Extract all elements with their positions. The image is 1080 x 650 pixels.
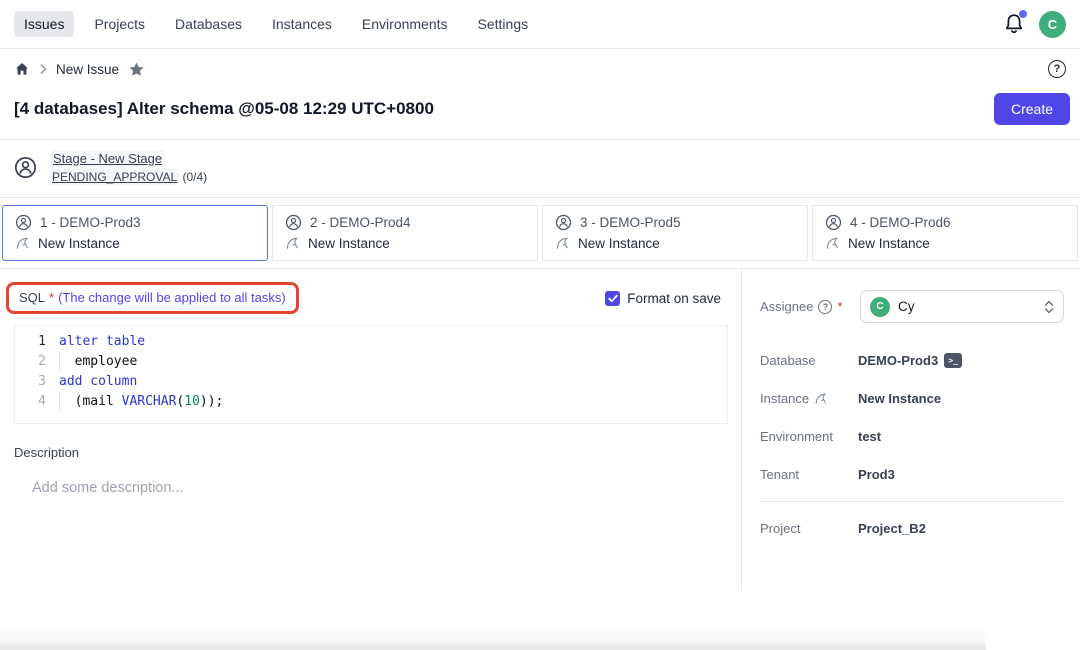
field-instance: Instance New Instance (760, 391, 1064, 406)
sql-note: (The change will be applied to all tasks… (58, 290, 286, 305)
tenant-value: Prod3 (858, 467, 895, 482)
task-name: 1 - DEMO-Prod3 (40, 215, 141, 230)
task-instance: New Instance (848, 236, 930, 251)
editor-line: 4 (mail VARCHAR(10)); (15, 392, 727, 412)
editor-line: 3 add column (15, 372, 727, 392)
bottom-sheet-edge (0, 637, 986, 650)
notification-bell-icon[interactable] (1003, 12, 1025, 36)
project-value: Project_B2 (858, 521, 926, 536)
description-input[interactable]: Add some description... (32, 480, 727, 496)
editor-line: 1 alter table (15, 332, 727, 352)
user-avatar[interactable]: C (1039, 11, 1066, 38)
pending-approval-icon (15, 214, 32, 231)
assignee-select[interactable]: C Cy (860, 290, 1064, 323)
mysql-engine-icon (285, 236, 300, 251)
breadcrumb: New Issue ? (0, 49, 1080, 89)
required-asterisk: * (49, 290, 54, 305)
environment-value: test (858, 429, 881, 444)
mysql-engine-icon (555, 236, 570, 251)
create-button[interactable]: Create (994, 93, 1070, 125)
nav-item-settings[interactable]: Settings (468, 11, 539, 37)
nav-item-instances[interactable]: Instances (262, 11, 342, 37)
mysql-engine-icon (15, 236, 30, 251)
task-name: 3 - DEMO-Prod5 (580, 215, 681, 230)
page-title: [4 databases] Alter schema @05-08 12:29 … (14, 93, 434, 119)
task-instance: New Instance (308, 236, 390, 251)
line-number: 1 (15, 332, 59, 352)
nav-item-environments[interactable]: Environments (352, 11, 458, 37)
stage-status-link[interactable]: PENDING_APPROVAL (50, 169, 179, 185)
pending-approval-icon (555, 214, 572, 231)
stage-name-link[interactable]: Stage - New Stage (50, 150, 165, 167)
line-number: 4 (15, 392, 59, 412)
line-number: 3 (15, 372, 59, 392)
pending-approval-icon (285, 214, 302, 231)
chevron-right-icon (39, 63, 47, 75)
assignee-label: Assignee ? * (760, 299, 843, 314)
stage-approver-icon (14, 156, 37, 179)
nav-item-projects[interactable]: Projects (84, 11, 155, 37)
line-number: 2 (15, 352, 59, 372)
indent-guide (59, 352, 60, 372)
editor-line: 2 employee (15, 352, 727, 372)
top-nav: Issues Projects Databases Instances Envi… (0, 0, 1080, 49)
task-card-1[interactable]: 1 - DEMO-Prod3 New Instance (2, 205, 268, 261)
pending-approval-icon (825, 214, 842, 231)
select-chevrons-icon (1044, 299, 1054, 315)
field-project: Project Project_B2 (760, 521, 1064, 536)
bookmark-star-icon[interactable] (128, 61, 145, 78)
task-card-3[interactable]: 3 - DEMO-Prod5 New Instance (542, 205, 808, 261)
nav-item-issues[interactable]: Issues (14, 11, 74, 37)
task-name: 4 - DEMO-Prod6 (850, 215, 951, 230)
task-instance: New Instance (38, 236, 120, 251)
stage-progress: (0/4) (183, 170, 208, 184)
database-value: DEMO-Prod3 (858, 353, 938, 368)
required-asterisk: * (837, 299, 842, 314)
sql-label-highlight-annotation: SQL * (The change will be applied to all … (6, 282, 299, 314)
field-environment: Environment test (760, 429, 1064, 444)
divider (760, 501, 1064, 502)
assignee-help-icon[interactable]: ? (818, 300, 832, 314)
assignee-avatar: C (870, 297, 890, 317)
task-name: 2 - DEMO-Prod4 (310, 215, 411, 230)
description-label: Description (14, 445, 727, 460)
breadcrumb-current: New Issue (56, 62, 119, 77)
home-icon[interactable] (14, 61, 30, 77)
indent-guide (59, 392, 60, 412)
task-tabs: 1 - DEMO-Prod3 New Instance 2 - DEMO-Pro… (0, 198, 1080, 268)
format-on-save-toggle[interactable]: Format on save (605, 291, 721, 306)
mysql-engine-icon (825, 236, 840, 251)
sql-console-icon[interactable]: >_ (944, 353, 962, 368)
notification-dot (1019, 10, 1027, 18)
format-on-save-label: Format on save (627, 291, 721, 306)
stage-status-line: PENDING_APPROVAL (0/4) (50, 170, 207, 184)
mysql-engine-icon (814, 392, 828, 406)
field-tenant: Tenant Prod3 (760, 467, 1064, 482)
assignee-value: Cy (898, 299, 915, 314)
help-icon[interactable]: ? (1048, 60, 1066, 78)
task-card-4[interactable]: 4 - DEMO-Prod6 New Instance (812, 205, 1078, 261)
field-database: Database DEMO-Prod3>_ (760, 353, 1064, 368)
task-card-2[interactable]: 2 - DEMO-Prod4 New Instance (272, 205, 538, 261)
nav-item-databases[interactable]: Databases (165, 11, 252, 37)
instance-value: New Instance (858, 391, 941, 406)
sql-editor[interactable]: 1 alter table 2 employee 3 add column 4 … (14, 325, 728, 424)
format-on-save-checkbox[interactable] (605, 291, 620, 306)
task-instance: New Instance (578, 236, 660, 251)
sql-label: SQL (19, 290, 45, 305)
